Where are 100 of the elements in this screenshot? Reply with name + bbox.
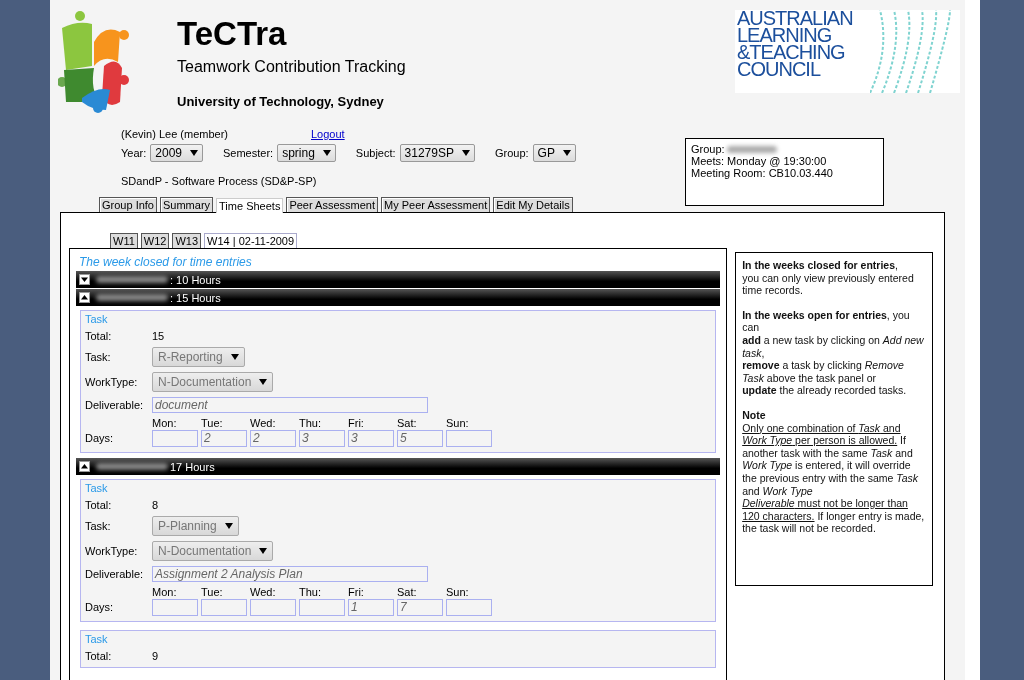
- nav-tab[interactable]: Time Sheets: [216, 198, 284, 213]
- filter-label: Subject:: [355, 147, 396, 159]
- field-label: Deliverable:: [85, 399, 145, 411]
- member-hours: : 15 Hours: [170, 291, 221, 304]
- week-tab[interactable]: W11: [110, 233, 138, 248]
- total-value: 8: [152, 499, 159, 511]
- hours-field[interactable]: 3: [348, 430, 394, 447]
- caret-icon: [259, 379, 268, 385]
- hours-field[interactable]: [152, 430, 198, 447]
- filter-select[interactable]: 2009: [150, 144, 203, 162]
- blurred-text: [96, 294, 168, 301]
- filter-select[interactable]: 31279SP: [399, 144, 475, 162]
- field-label: Total:: [85, 330, 113, 342]
- field-label: Total:: [85, 650, 113, 662]
- task-select[interactable]: R-Reporting: [152, 347, 245, 367]
- help-note: Note Only one combination of Task and Work Type per person is allowed. If another task with the same Task and Work Type is entered, it will override the previous entry with the same Task and Work Type Deliverable must not be longer than 120 characters. If longer entry is made, the task will not be recorded.: [742, 408, 926, 535]
- caret-icon: [224, 523, 233, 529]
- worktype-select[interactable]: N-Documentation: [152, 541, 274, 561]
- member-hours: : 10 Hours: [170, 273, 221, 286]
- caret-icon: [461, 150, 470, 156]
- day-label: Fri:: [348, 417, 365, 429]
- blurred-text: [96, 276, 168, 283]
- filter-select[interactable]: spring: [277, 144, 336, 162]
- hours-field[interactable]: 2: [201, 430, 247, 447]
- hours-field[interactable]: 3: [299, 430, 345, 447]
- week-tab[interactable]: W12: [140, 233, 170, 248]
- total-value: 15: [152, 330, 165, 342]
- day-label: Wed:: [250, 586, 277, 598]
- week-tab[interactable]: W14 | 02-11-2009: [204, 233, 298, 248]
- hours-field[interactable]: 7: [397, 599, 443, 616]
- caret-icon: [190, 150, 198, 156]
- task-select[interactable]: P-Planning: [152, 516, 239, 536]
- field-label: WorkType:: [85, 545, 139, 557]
- hours-field[interactable]: 1: [348, 599, 394, 616]
- day-label: Mon:: [152, 586, 178, 598]
- member-hours: 17 Hours: [170, 460, 215, 473]
- blurred-text: [726, 145, 777, 153]
- help-paragraph: In the weeks open for entries, you can add a new task by clicking on Add new task, remove a task by clicking Remove Task above the task panel or update the already recorded tasks.: [742, 308, 925, 397]
- task-heading: Task: [85, 482, 109, 494]
- task-heading: Task: [85, 633, 109, 645]
- field-label: Days:: [85, 432, 115, 444]
- meeting-room: Meeting Room: CB10.03.440: [691, 167, 834, 179]
- day-label: Tue:: [201, 586, 224, 598]
- caret-icon: [259, 548, 268, 554]
- status-message: The week closed for time entries: [78, 255, 253, 269]
- expand-icon[interactable]: [79, 274, 90, 285]
- worktype-select[interactable]: N-Documentation: [152, 372, 274, 392]
- day-label: Sat:: [397, 417, 418, 429]
- field-label: Deliverable:: [85, 568, 145, 580]
- collapse-icon[interactable]: [79, 292, 90, 303]
- group-label: Group:: [691, 143, 725, 155]
- hours-field[interactable]: [446, 599, 492, 616]
- day-label: Thu:: [299, 417, 322, 429]
- app-subtitle: Teamwork Contribution Tracking: [177, 58, 406, 76]
- day-label: Wed:: [250, 417, 277, 429]
- meeting-time: Meets: Monday @ 19:30:00: [691, 155, 828, 167]
- day-label: Sun:: [446, 586, 470, 598]
- nav-tab[interactable]: Edit My Details: [493, 197, 573, 212]
- field-label: Task:: [85, 520, 112, 532]
- day-label: Fri:: [348, 586, 365, 598]
- field-label: Days:: [85, 601, 115, 613]
- hours-field[interactable]: [299, 599, 345, 616]
- logout-link[interactable]: Logout: [311, 128, 345, 140]
- hours-field[interactable]: 5: [397, 430, 443, 447]
- hours-field[interactable]: [250, 599, 296, 616]
- app-title: TeCTra: [177, 14, 288, 54]
- hours-field[interactable]: [446, 430, 492, 447]
- field-label: Task:: [85, 351, 112, 363]
- field-label: WorkType:: [85, 376, 139, 388]
- deliverable-field[interactable]: Assignment 2 Analysis Plan: [152, 566, 428, 582]
- blurred-text: [96, 463, 168, 470]
- filter-label: Group:: [494, 147, 529, 159]
- deliverable-field[interactable]: document: [152, 397, 428, 413]
- day-label: Mon:: [152, 417, 178, 429]
- total-value: 9: [152, 650, 159, 662]
- caret-icon: [230, 354, 239, 360]
- partner-logo-text: AUSTRALIAN LEARNING &TEACHING COUNCIL: [736, 10, 853, 82]
- collapse-icon[interactable]: [79, 461, 90, 472]
- filter-select[interactable]: GP: [532, 144, 576, 162]
- hours-field[interactable]: [201, 599, 247, 616]
- filter-label: Year:: [121, 147, 147, 159]
- field-label: Total:: [85, 499, 113, 511]
- day-label: Sat:: [397, 586, 418, 598]
- day-label: Sun:: [446, 417, 470, 429]
- nav-tab[interactable]: Summary: [160, 197, 214, 212]
- university-name: University of Technology, Sydney: [177, 94, 385, 109]
- nav-tab[interactable]: My Peer Assessment: [381, 197, 491, 212]
- filter-label: Semester:: [223, 147, 274, 159]
- week-tab[interactable]: W13: [172, 233, 202, 248]
- hours-field[interactable]: 2: [250, 430, 296, 447]
- nav-tab[interactable]: Group Info: [99, 197, 157, 212]
- hours-field[interactable]: [152, 599, 198, 616]
- day-label: Thu:: [299, 586, 322, 598]
- caret-icon: [562, 150, 571, 156]
- task-heading: Task: [85, 313, 109, 325]
- caret-icon: [322, 150, 331, 156]
- nav-tab[interactable]: Peer Assessment: [286, 197, 378, 212]
- help-paragraph: In the weeks closed for entries, you can only view previously entered time records.: [742, 259, 915, 297]
- subject-name: SDandP - Software Process (SD&P-SP): [120, 175, 318, 187]
- user-name: (Kevin) Lee (member): [121, 128, 229, 140]
